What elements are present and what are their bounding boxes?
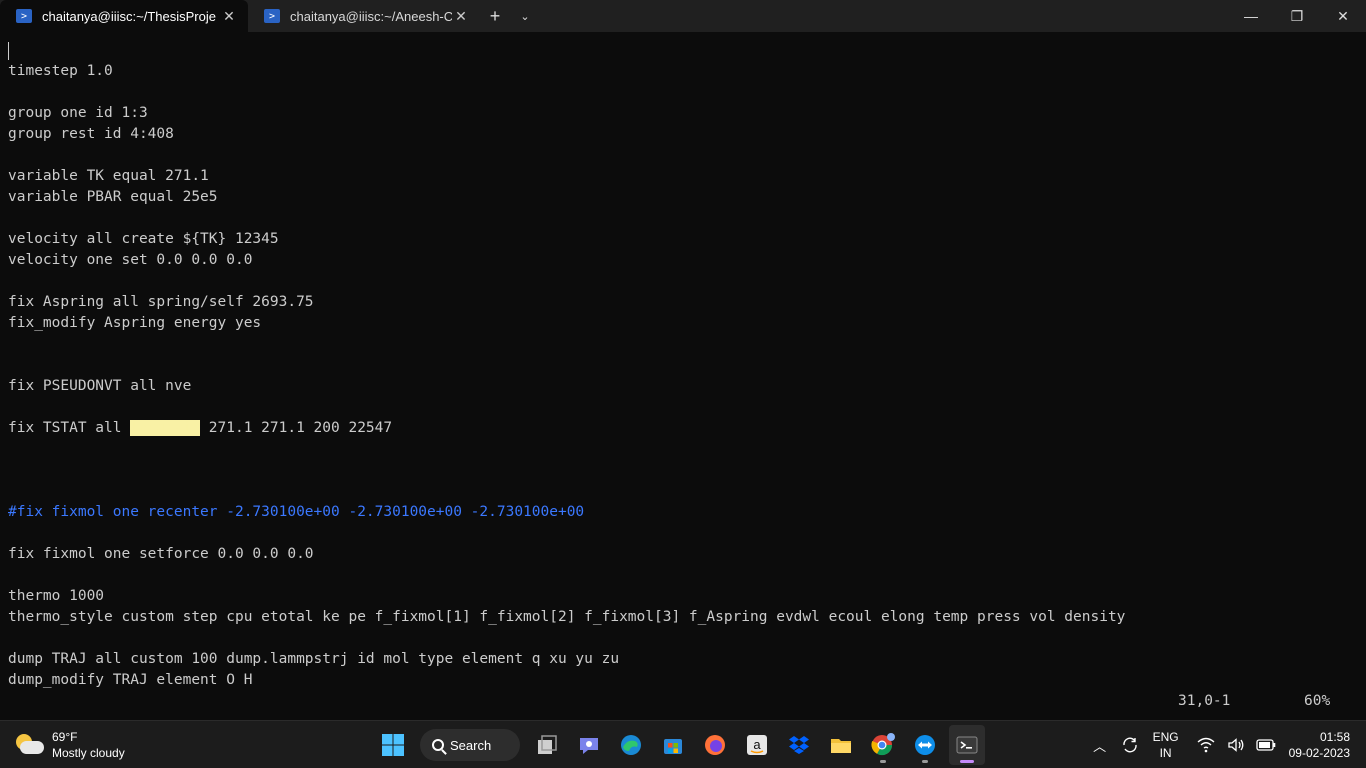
taskbar-search-button[interactable]: Search [420,729,520,761]
terminal-line: thermo_style custom step cpu etotal ke p… [8,609,1126,625]
chat-icon [580,738,598,754]
terminal-line: variable PBAR equal 25e5 [8,189,218,205]
search-label: Search [450,737,492,753]
clock[interactable]: 01:58 09-02-2023 [1289,729,1350,761]
amazon-button[interactable]: a [739,725,775,765]
firefox-icon [705,735,725,755]
svg-text:a: a [753,737,761,752]
volume-icon[interactable] [1225,734,1247,756]
tab-title: chaitanya@iiisc:~/ThesisProje [42,8,216,24]
weather-condition: Mostly cloudy [52,746,125,760]
taskbar: 69°F Mostly cloudy Search a ︿ ENG IN 01:… [0,720,1366,768]
scroll-percent-status: 60% [1304,693,1331,709]
clock-date: 09-02-2023 [1288,746,1350,760]
chrome-button[interactable] [865,725,901,765]
terminal-line: group one id 1:3 [8,105,148,121]
window-controls: — ❐ ✕ [1228,0,1366,32]
terminal-line-tstat: fix TSTAT all langevin 271.1 271.1 200 2… [8,418,392,439]
store-icon [664,739,682,754]
amazon-icon: a [747,735,767,755]
active-indicator [960,760,974,763]
title-bar: > chaitanya@iiisc:~/ThesisProje ✕ > chai… [0,0,1366,32]
language-code: ENG [1152,730,1179,744]
taskbar-apps: Search a [372,725,988,765]
terminal-pane[interactable]: timestep 1.0 group one id 1:3 group rest… [0,32,1366,720]
weather-widget[interactable]: 69°F Mostly cloudy [14,729,125,761]
firefox-button[interactable] [697,725,733,765]
close-window-button[interactable]: ✕ [1320,0,1366,32]
teamviewer-icon [915,735,935,755]
terminal-line: fix_modify Aspring energy yes [8,315,262,331]
running-indicator [922,760,928,763]
start-button[interactable] [375,725,411,765]
terminal-line: variable TK equal 271.1 [8,168,209,184]
edge-browser-button[interactable] [613,725,649,765]
weather-temperature: 69°F [52,730,78,744]
terminal-comment-line: #fix fixmol one recenter -2.730100e+00 -… [8,504,585,520]
terminal-line: dump_modify TRAJ element O H [8,672,253,688]
close-tab-icon[interactable]: ✕ [452,8,470,25]
terminal-icon [956,736,978,754]
chat-app-button[interactable] [571,725,607,765]
microsoft-store-button[interactable] [655,725,691,765]
cursor-position-status: 31,0-1 [1178,693,1231,709]
task-view-icon [538,735,557,754]
sync-icon[interactable] [1119,734,1141,756]
system-tray: ︿ ENG IN 01:58 09-02-2023 [1085,721,1366,768]
powershell-icon: > [16,9,32,23]
chrome-icon [871,733,895,756]
dropbox-button[interactable] [781,725,817,765]
terminal-line: fix PSEUDONVT all nve [8,378,192,394]
terminal-line: timestep 1.0 [8,63,113,79]
chevron-up-icon[interactable]: ︿ [1089,734,1111,756]
dropbox-icon [789,736,809,754]
tstat-prefix: fix TSTAT all [8,420,131,436]
folder-icon [831,739,851,753]
maximize-button[interactable]: ❐ [1274,0,1320,32]
windows-logo-icon [382,734,404,756]
file-explorer-button[interactable] [823,725,859,765]
new-tab-button[interactable]: + [480,0,510,32]
edge-icon [621,735,641,755]
task-view-button[interactable] [529,725,565,765]
terminal-line: fix fixmol one setforce 0.0 0.0 0.0 [8,546,314,562]
terminal-line: velocity one set 0.0 0.0 0.0 [8,252,253,268]
clock-time: 01:58 [1319,730,1350,744]
powershell-icon: > [264,9,280,23]
minimize-button[interactable]: — [1228,0,1274,32]
language-indicator[interactable]: ENG IN [1153,729,1179,761]
tab-aneesh[interactable]: > chaitanya@iiisc:~/Aneesh-Cha ✕ [248,0,480,32]
terminal-line: fix Aspring all spring/self 2693.75 [8,294,314,310]
tstat-args: 271.1 271.1 200 22547 [200,420,393,436]
language-region: IN [1159,746,1172,760]
terminal-line: thermo 1000 [8,588,105,604]
terminal-line: velocity all create ${TK} 12345 [8,231,279,247]
terminal-button[interactable] [949,725,985,765]
tab-thesis-project[interactable]: > chaitanya@iiisc:~/ThesisProje ✕ [0,0,248,32]
tab-title: chaitanya@iiisc:~/Aneesh-Cha [290,8,452,24]
close-tab-icon[interactable]: ✕ [220,8,238,25]
battery-icon[interactable] [1255,734,1277,756]
running-indicator [880,760,886,763]
partly-cloudy-icon [14,732,44,758]
text-cursor [8,42,9,60]
search-highlight: langevin [130,420,201,436]
wifi-icon[interactable] [1195,734,1217,756]
teamviewer-button[interactable] [907,725,943,765]
tab-dropdown-button[interactable]: ⌄ [510,0,540,32]
terminal-line: group rest id 4:408 [8,126,174,142]
terminal-line: dump TRAJ all custom 100 dump.lammpstrj … [8,651,620,667]
search-icon [432,739,444,751]
